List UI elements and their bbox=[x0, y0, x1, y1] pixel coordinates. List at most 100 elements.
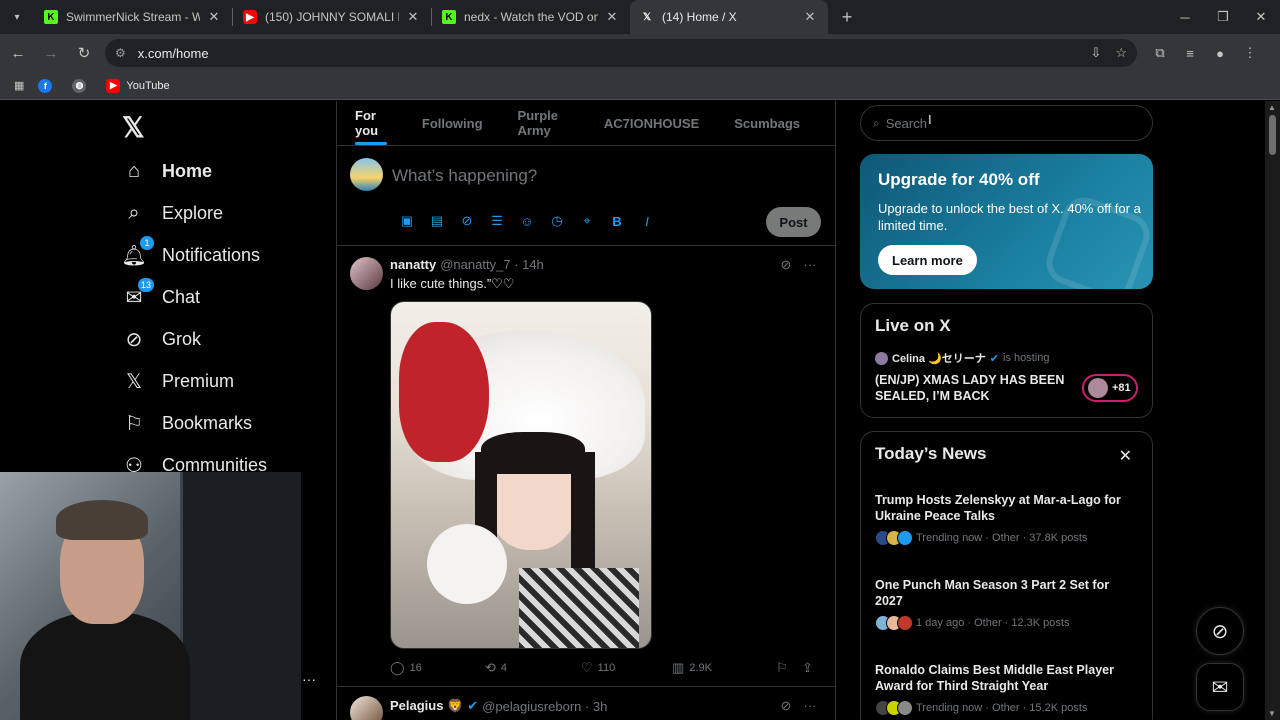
nav-item-explore[interactable]: ⌕ Explore bbox=[122, 201, 223, 225]
apps-grid-icon[interactable]: ▦ bbox=[14, 79, 24, 92]
maximize-icon[interactable]: ❐ bbox=[1204, 0, 1242, 34]
tab-label: SwimmerNick Stream - Watch L bbox=[66, 10, 200, 24]
learn-more-button[interactable]: Learn more bbox=[878, 245, 977, 275]
grok-icon[interactable]: ⊘ bbox=[775, 698, 797, 714]
location-icon[interactable]: ⌖ bbox=[572, 211, 602, 231]
repost-button[interactable]: ⟲ 4 bbox=[485, 660, 581, 676]
tweet-author[interactable]: Pelagius 🦁 bbox=[390, 698, 463, 714]
nav-item-chat[interactable]: ✉ 13 Chat bbox=[122, 278, 200, 309]
avatar[interactable] bbox=[350, 696, 383, 720]
more-options-icon[interactable]: ··· bbox=[302, 671, 316, 687]
nav-item-grok[interactable]: ⊘ Grok bbox=[122, 327, 201, 351]
new-tab-button[interactable]: + bbox=[832, 7, 862, 28]
facebook-bookmark[interactable]: f bbox=[38, 78, 58, 93]
share-button[interactable]: ⇪ bbox=[802, 660, 818, 676]
news-item[interactable]: One Punch Man Season 3 Part 2 Set for 20… bbox=[875, 577, 1137, 631]
tab-close-icon[interactable]: ✕ bbox=[405, 9, 421, 25]
composer-toolbar: ▣ ▤ ⊘ ☰ ☺ ◷ ⌖ B I bbox=[392, 211, 662, 231]
reload-icon[interactable]: ↻ bbox=[69, 38, 99, 68]
tab-scumbags[interactable]: Scumbags bbox=[734, 101, 800, 145]
nav-item-bookmarks[interactable]: ⚐ Bookmarks bbox=[122, 411, 252, 435]
tab-close-icon[interactable]: ✕ bbox=[604, 9, 620, 25]
back-icon[interactable]: ← bbox=[3, 38, 33, 68]
listeners-pill[interactable]: +81 bbox=[1082, 374, 1138, 402]
media-controls-icon[interactable]: ≡ bbox=[1175, 38, 1205, 68]
tweet-handle[interactable]: @pelagiusreborn · 3h bbox=[482, 699, 607, 714]
bookmark-icon: ⚐ bbox=[125, 412, 143, 435]
news-avatars bbox=[875, 615, 913, 631]
news-meta: Trending now · Other · 15.2K posts bbox=[875, 700, 1137, 716]
messages-fab-button[interactable]: ✉ bbox=[1196, 663, 1244, 711]
bookmark-star-icon[interactable]: ☆ bbox=[1115, 45, 1127, 61]
nav-item-notifications[interactable]: 🔔︎ 1 Notifications bbox=[121, 236, 260, 267]
share-icon: ⇪ bbox=[802, 660, 813, 675]
menu-kebab-icon[interactable]: ⋮ bbox=[1235, 38, 1265, 68]
views-button[interactable]: ▥ 2.9K bbox=[672, 660, 776, 676]
nav-label: Home bbox=[162, 160, 213, 181]
composer-input[interactable]: What’s happening? bbox=[392, 166, 537, 186]
tweet[interactable]: Pelagius 🦁 ✔ @pelagiusreborn · 3h ⊘ ··· bbox=[337, 688, 835, 720]
scrollbar-thumb[interactable] bbox=[1269, 115, 1276, 155]
tab-following[interactable]: Following bbox=[422, 101, 483, 145]
forward-icon[interactable]: → bbox=[36, 38, 66, 68]
tab-close-icon[interactable]: ✕ bbox=[206, 9, 222, 25]
close-icon[interactable]: ✕ bbox=[1119, 446, 1132, 466]
grok-icon[interactable]: ⊘ bbox=[452, 211, 482, 231]
close-window-icon[interactable]: ✕ bbox=[1242, 0, 1280, 34]
browser-tab[interactable]: ▶ (150) JOHNNY SOMALI LIVE FR ✕ bbox=[233, 0, 431, 34]
page-scrollbar[interactable]: ▲ ▼ bbox=[1265, 101, 1280, 720]
grok-icon[interactable]: ⊘ bbox=[775, 257, 797, 273]
browser-tab[interactable]: K nedx - Watch the VOD on Kick ✕ bbox=[432, 0, 630, 34]
browser-tab[interactable]: K SwimmerNick Stream - Watch L ✕ bbox=[34, 0, 232, 34]
news-item[interactable]: Trump Hosts Zelenskyy at Mar-a-Lago for … bbox=[875, 492, 1137, 546]
avatar[interactable] bbox=[350, 257, 383, 290]
emoji-icon[interactable]: ☺ bbox=[512, 211, 542, 231]
site-info-icon[interactable]: ⚙ bbox=[115, 46, 126, 60]
extensions-icon[interactable]: ⧉ bbox=[1145, 38, 1175, 68]
search-input[interactable]: ⌕ Search bbox=[860, 105, 1153, 141]
tab-purple-army[interactable]: Purple Army bbox=[518, 101, 569, 145]
scroll-up-icon[interactable]: ▲ bbox=[1268, 103, 1276, 112]
profile-avatar-icon[interactable]: ● bbox=[1205, 38, 1235, 68]
italic-icon[interactable]: I bbox=[632, 211, 662, 231]
bookmark-button[interactable]: ⚐ bbox=[776, 660, 802, 676]
grok-fab-button[interactable]: ⊘ bbox=[1196, 607, 1244, 655]
analytics-icon: ▥ bbox=[672, 660, 685, 675]
youtube-bookmark[interactable]: ▶ YouTube bbox=[106, 78, 170, 93]
news-headline: Ronaldo Claims Best Middle East Player A… bbox=[875, 663, 1114, 693]
tweet-author[interactable]: nanatty bbox=[390, 257, 436, 272]
tweet-handle[interactable]: @nanatty_7 · 14h bbox=[440, 257, 544, 272]
reply-button[interactable]: ◯ 16 bbox=[390, 660, 485, 676]
nav-item-premium[interactable]: 𝕏 Premium bbox=[122, 369, 234, 393]
tweet-image[interactable] bbox=[390, 301, 652, 649]
browser-tab-active[interactable]: 𝕏 (14) Home / X ✕ bbox=[630, 0, 828, 34]
minimize-icon[interactable]: ─ bbox=[1166, 0, 1204, 34]
tab-close-icon[interactable]: ✕ bbox=[802, 9, 818, 25]
browser-toolbar: ← → ↻ ⚙ x.com/home ⇩ ☆ ⧉ ≡ ● ⋮ bbox=[0, 34, 1280, 72]
schedule-icon[interactable]: ◷ bbox=[542, 211, 572, 231]
tab-label: (14) Home / X bbox=[662, 10, 737, 24]
news-meta-text: Trending now · Other · 15.2K posts bbox=[916, 702, 1088, 714]
x-icon: 𝕏 bbox=[125, 370, 143, 393]
tab-search-chevron-icon[interactable]: ▾ bbox=[0, 0, 34, 34]
live-on-x-card[interactable]: Live on X Celina 🌙セリーナ ✔ is hosting (EN/… bbox=[860, 303, 1153, 418]
install-app-icon[interactable]: ⇩ bbox=[1090, 45, 1101, 61]
x-logo-icon[interactable]: 𝕏 bbox=[122, 111, 145, 144]
scroll-down-icon[interactable]: ▼ bbox=[1268, 709, 1276, 718]
poll-icon[interactable]: ☰ bbox=[482, 211, 512, 231]
tab-ac7ionhouse[interactable]: AC7IONHOUSE bbox=[604, 101, 699, 145]
bold-icon[interactable]: B bbox=[602, 211, 632, 231]
globe-bookmark[interactable]: ◍ bbox=[72, 78, 92, 93]
post-button[interactable]: Post bbox=[766, 207, 821, 237]
tab-label: nedx - Watch the VOD on Kick bbox=[464, 10, 598, 24]
news-item[interactable]: Ronaldo Claims Best Middle East Player A… bbox=[875, 662, 1137, 716]
avatar[interactable] bbox=[350, 158, 383, 191]
image-icon[interactable]: ▣ bbox=[392, 211, 422, 231]
gif-icon[interactable]: ▤ bbox=[422, 211, 452, 231]
like-button[interactable]: ♡ 110 bbox=[581, 660, 672, 676]
more-icon[interactable]: ··· bbox=[799, 257, 821, 273]
tab-for-you[interactable]: For you bbox=[355, 101, 387, 145]
nav-item-home[interactable]: ⌂ Home bbox=[122, 159, 212, 183]
more-icon[interactable]: ··· bbox=[799, 698, 821, 714]
address-bar[interactable]: ⚙ x.com/home ⇩ ☆ bbox=[105, 39, 1137, 67]
